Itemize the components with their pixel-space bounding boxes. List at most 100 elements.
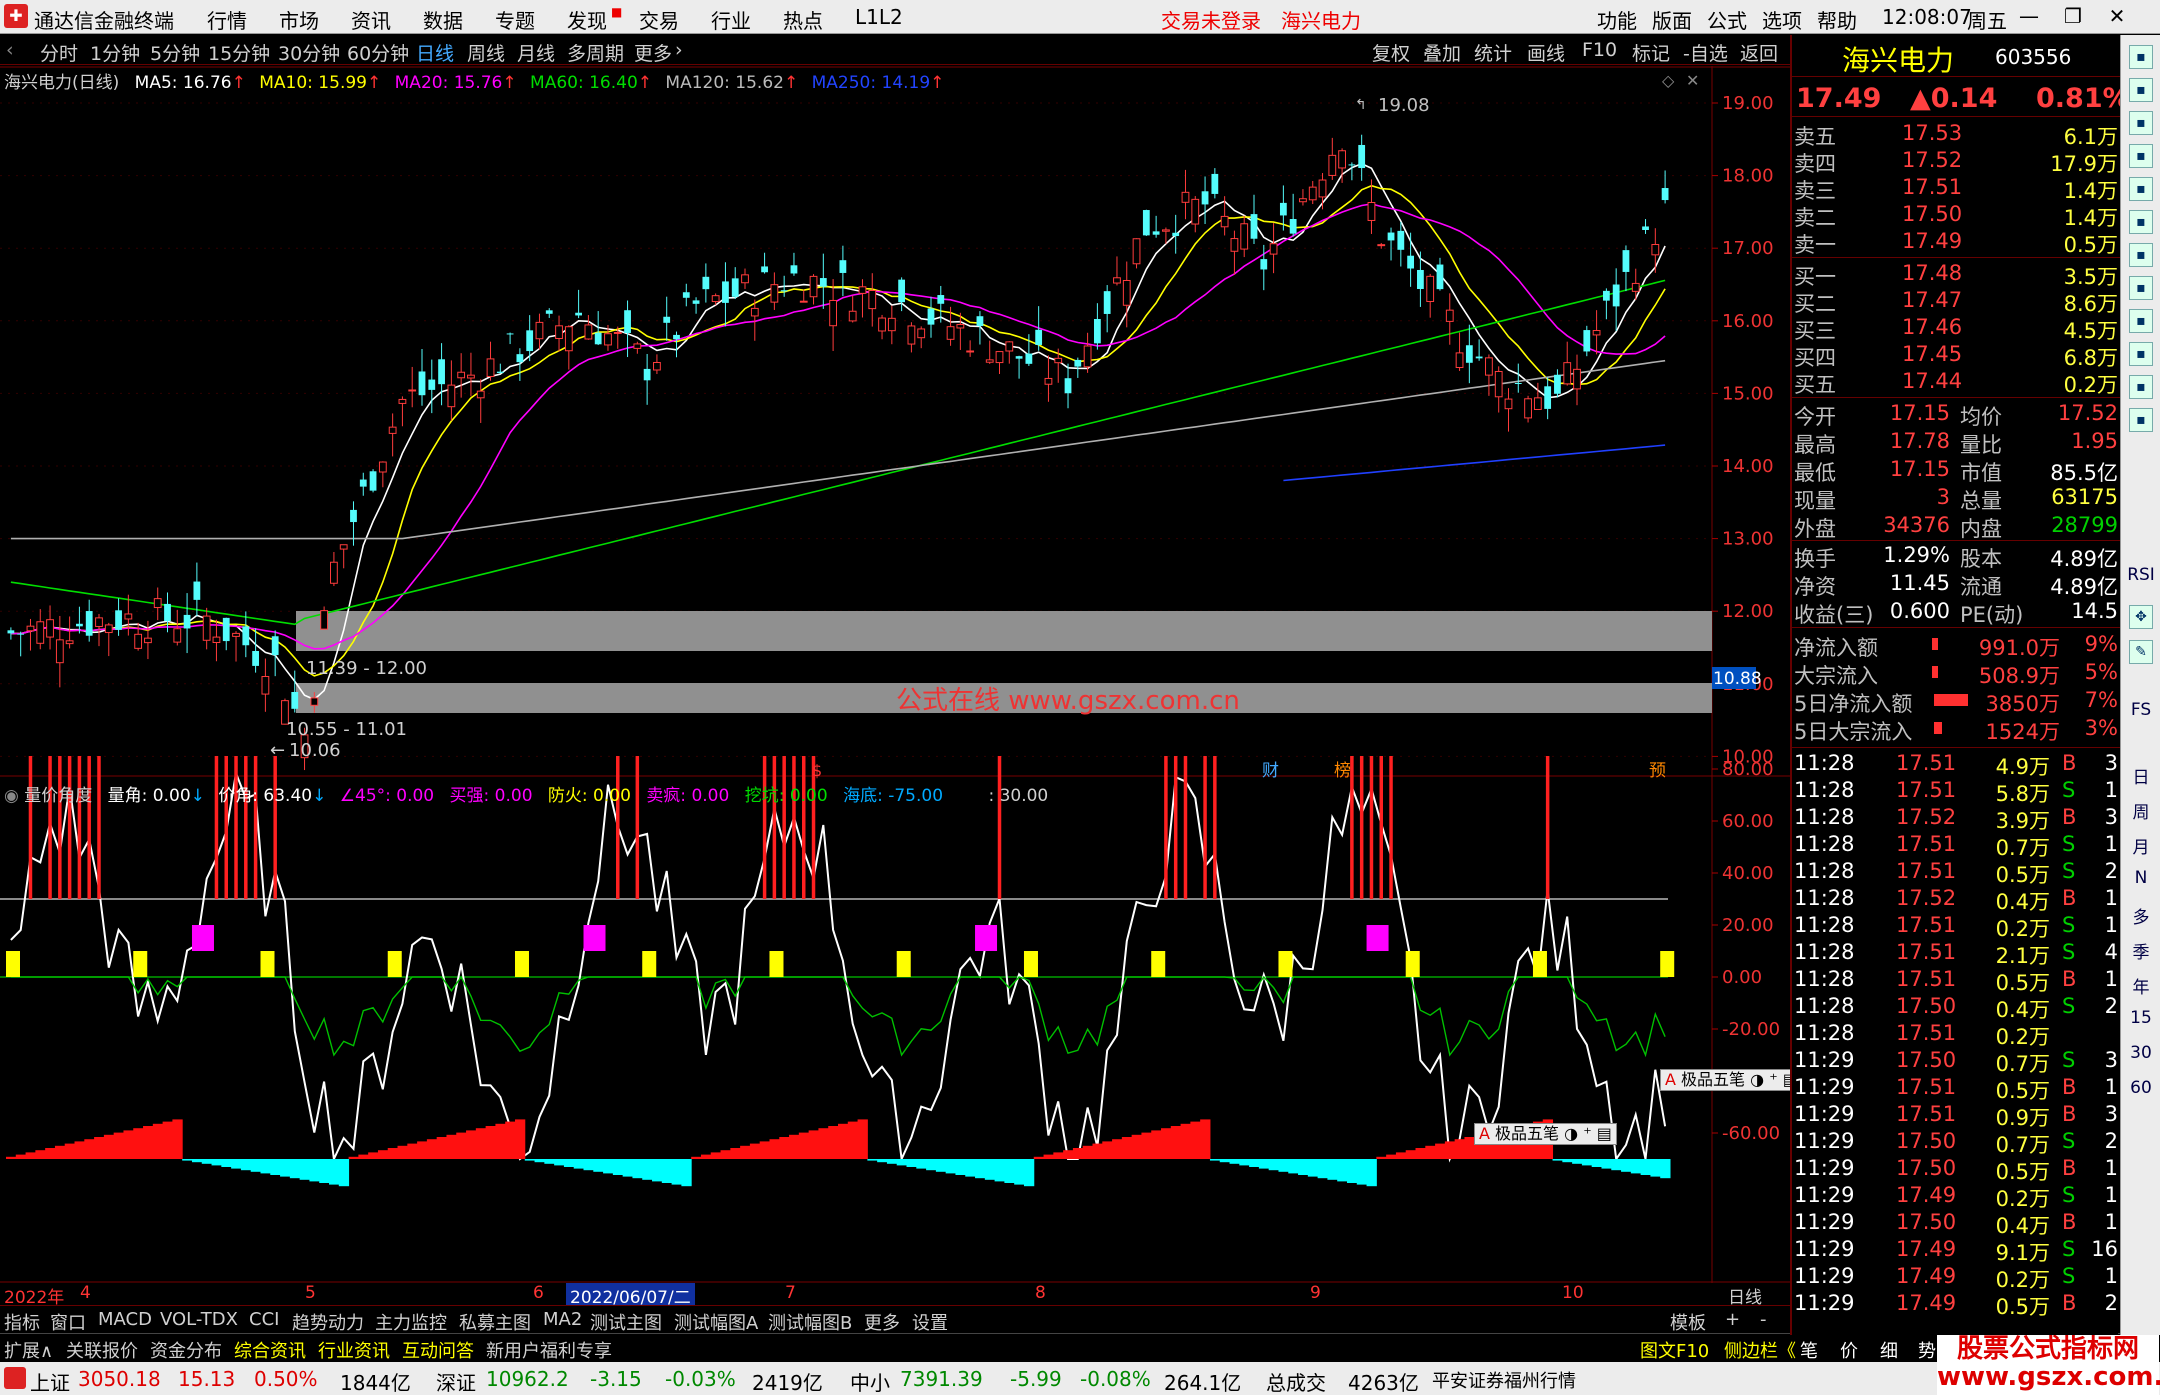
period-tab-5m[interactable]: 5分钟 — [150, 39, 200, 66]
side-period-3[interactable]: N — [2127, 868, 2155, 888]
indicator-panel[interactable] — [0, 756, 1675, 1187]
ask-row[interactable]: 卖四 17.52 17.9万 — [1792, 148, 2120, 176]
menu-hotspot[interactable]: 热点 — [783, 5, 823, 34]
side-period-11[interactable]: FS — [2127, 700, 2155, 720]
tab-trend-right[interactable]: 势 — [1918, 1337, 1936, 1363]
bid-row[interactable]: 买五 17.44 0.2万 — [1792, 369, 2120, 397]
ask-row[interactable]: 卖三 17.51 1.4万 — [1792, 175, 2120, 203]
news-icon[interactable]: ▪ — [2129, 375, 2153, 399]
stock-link[interactable]: 海兴电力 — [1281, 5, 1361, 34]
tab-related-quotes[interactable]: 关联报价 — [66, 1337, 138, 1363]
candlesticks[interactable] — [7, 134, 1669, 771]
bid-row[interactable]: 买二 17.47 8.6万 — [1792, 288, 2120, 316]
tab-remove[interactable]: - — [1760, 1309, 1767, 1330]
bid-row[interactable]: 买四 17.45 6.8万 — [1792, 342, 2120, 370]
menu-market[interactable]: 市场 — [279, 5, 319, 34]
clock-icon[interactable]: ▪ — [2129, 408, 2153, 432]
ask-row[interactable]: 卖二 17.50 1.4万 — [1792, 202, 2120, 230]
tab-new-user[interactable]: 新用户福利专享 — [486, 1337, 612, 1363]
side-period-2[interactable]: 月 — [2127, 833, 2155, 858]
down-arrow-icon[interactable]: ▪ — [2129, 111, 2153, 135]
period-tab-1m[interactable]: 1分钟 — [90, 39, 140, 66]
period-tab-monthly[interactable]: 月线 — [517, 39, 555, 66]
tab-general-news[interactable]: 综合资讯 — [234, 1337, 306, 1363]
ime-toolbar[interactable]: A 极品五笔 ◑ ⁺ ▤ — [1660, 1069, 1803, 1091]
menu-news[interactable]: 资讯 — [351, 5, 391, 34]
tool-stats[interactable]: 统计 — [1474, 39, 1512, 66]
minimize-icon[interactable]: — — [2012, 2, 2046, 30]
period-tab-15m[interactable]: 15分钟 — [208, 39, 270, 66]
menu-layout[interactable]: 版面 — [1652, 5, 1692, 34]
bid-row[interactable]: 买一 17.48 3.5万 — [1792, 261, 2120, 289]
tab-add[interactable]: + — [1725, 1309, 1740, 1330]
tab-window[interactable]: 窗口 — [50, 1309, 86, 1335]
side-period-10[interactable]: RSI — [2127, 565, 2155, 585]
chart-close-icon[interactable]: ✕ — [1686, 71, 1699, 90]
collapse-chevron-icon[interactable]: ‹ — [6, 39, 14, 61]
tab-industry-news[interactable]: 行业资讯 — [318, 1337, 390, 1363]
table-icon[interactable]: ▪ — [2129, 177, 2153, 201]
close-icon[interactable]: ✕ — [2100, 2, 2134, 30]
tab-settings[interactable]: 设置 — [912, 1309, 948, 1335]
chart-settings-icon[interactable]: ◇ — [1662, 71, 1675, 90]
tab-vol[interactable]: VOL-TDX — [160, 1309, 238, 1330]
side-period-4[interactable]: 多 — [2127, 903, 2155, 928]
indicator-toggle-icon[interactable]: ◉ — [4, 786, 19, 806]
tab-cci[interactable]: CCI — [249, 1309, 279, 1330]
list-icon[interactable]: ▪ — [2129, 276, 2153, 300]
tab-test-main[interactable]: 测试主图 — [590, 1309, 662, 1335]
side-period-9[interactable]: 60 — [2127, 1078, 2155, 1098]
menu-data[interactable]: 数据 — [423, 5, 463, 34]
menu-l1l2[interactable]: L1L2 — [855, 5, 903, 29]
tab-more[interactable]: 更多 — [864, 1309, 900, 1335]
period-tab-30m[interactable]: 30分钟 — [278, 39, 340, 66]
tab-indicator[interactable]: 指标 — [4, 1309, 40, 1335]
report-icon[interactable]: ▪ — [2129, 144, 2153, 168]
period-tab-daily[interactable]: 日线 — [416, 39, 454, 66]
menu-function[interactable]: 功能 — [1597, 5, 1637, 34]
trade-login-status[interactable]: 交易未登录 — [1161, 5, 1261, 34]
ask-row[interactable]: 卖五 17.53 6.1万 — [1792, 121, 2120, 149]
tab-ma2[interactable]: MA2 — [543, 1309, 582, 1330]
tab-sidebar[interactable]: 侧边栏《 — [1724, 1337, 1796, 1363]
side-period-7[interactable]: 15 — [2127, 1008, 2155, 1028]
calendar-icon[interactable]: ▪ — [2129, 342, 2153, 366]
period-tab-more[interactable]: 更多 — [634, 39, 672, 66]
period-tab-intraday[interactable]: 分时 — [40, 39, 78, 66]
tab-template[interactable]: 模板 — [1670, 1309, 1706, 1335]
up-arrow-icon[interactable]: ▪ — [2129, 78, 2153, 102]
chart-area[interactable]: 19.00 18.00 17.00 16.00 15.00 14.00 13.00 12.00… — [0, 66, 1790, 1283]
menu-topic[interactable]: 专题 — [495, 5, 535, 34]
side-period-6[interactable]: 年 — [2127, 973, 2155, 998]
tool-draw[interactable]: 画线 — [1527, 39, 1565, 66]
tab-main-monitor[interactable]: 主力监控 — [375, 1309, 447, 1335]
ime-toolbar-2[interactable]: A 极品五笔 ◑ ⁺ ▤ — [1474, 1123, 1617, 1145]
tab-test-sub-a[interactable]: 测试幅图A — [674, 1309, 758, 1335]
tab-fund-dist[interactable]: 资金分布 — [150, 1337, 222, 1363]
tab-f10-text[interactable]: 图文F10 — [1640, 1337, 1709, 1363]
period-tab-60m[interactable]: 60分钟 — [347, 39, 409, 66]
menu-options[interactable]: 选项 — [1762, 5, 1802, 34]
move-icon[interactable]: ✥ — [2129, 605, 2153, 629]
menu-discover[interactable]: 发现 — [567, 5, 607, 34]
tab-price[interactable]: 价 — [1840, 1337, 1858, 1363]
side-period-0[interactable]: 日 — [2127, 763, 2155, 788]
bid-row[interactable]: 买三 17.46 4.5万 — [1792, 315, 2120, 343]
tool-adjust[interactable]: 复权 — [1372, 39, 1410, 66]
side-period-5[interactable]: 季 — [2127, 938, 2155, 963]
tab-detail[interactable]: 细 — [1880, 1337, 1898, 1363]
period-tab-weekly[interactable]: 周线 — [467, 39, 505, 66]
chart-icon[interactable]: ▪ — [2129, 243, 2153, 267]
restore-icon[interactable]: ❐ — [2056, 2, 2090, 30]
fund-icon[interactable]: ▪ — [2129, 309, 2153, 333]
menu-industry[interactable]: 行业 — [711, 5, 751, 34]
tab-pen[interactable]: 笔 — [1800, 1337, 1818, 1363]
tab-test-sub-b[interactable]: 测试幅图B — [768, 1309, 852, 1335]
tool-mark[interactable]: 标记 — [1632, 39, 1670, 66]
menu-quote[interactable]: 行情 — [207, 5, 247, 34]
menu-trade[interactable]: 交易 — [639, 5, 679, 34]
menu-help[interactable]: 帮助 — [1817, 5, 1857, 34]
trend-icon[interactable]: ▪ — [2129, 210, 2153, 234]
indicator-name[interactable]: 量价角度 — [24, 786, 92, 806]
side-period-8[interactable]: 30 — [2127, 1043, 2155, 1063]
